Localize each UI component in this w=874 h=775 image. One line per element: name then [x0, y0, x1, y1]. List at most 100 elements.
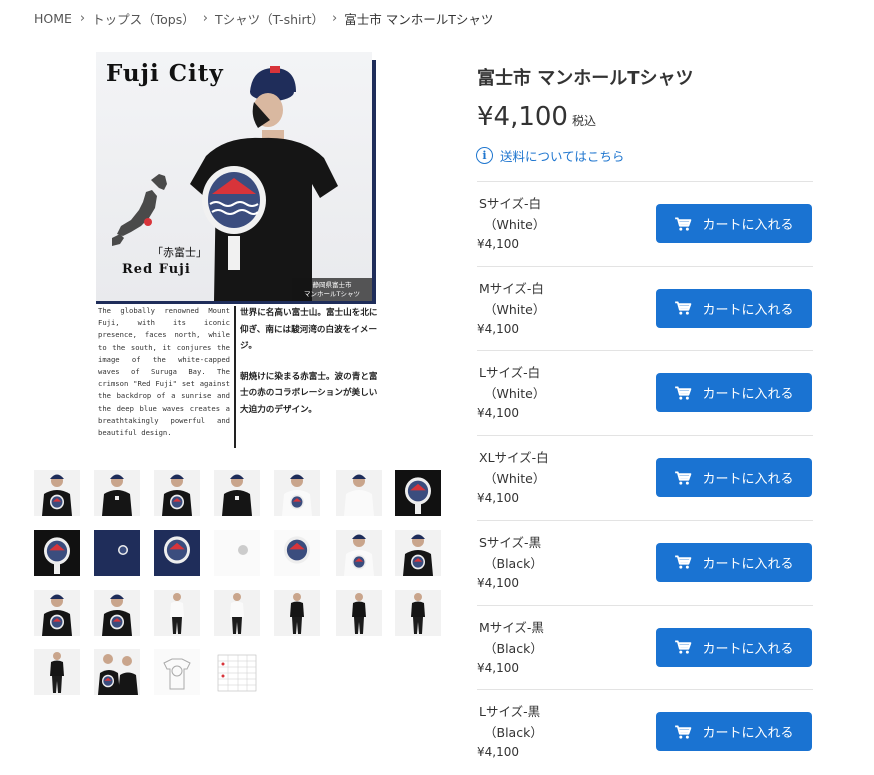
cart-icon [675, 471, 692, 485]
product-thumbnail[interactable] [336, 530, 382, 576]
product-thumbnail[interactable] [94, 530, 140, 576]
add-to-cart-button[interactable]: カートに入れる [656, 373, 812, 413]
main-product-image[interactable]: Fuji City 「赤富士」 Red Fuji 静岡県富士市 マンホールTシャ… [96, 52, 380, 460]
variant-color: （Black） [484, 640, 543, 656]
variant-price: ¥4,100 [477, 321, 519, 336]
product-thumbnail[interactable] [94, 649, 140, 695]
add-to-cart-label: カートに入れる [702, 725, 794, 741]
red-fuji-en-label: Red Fuji [122, 262, 191, 277]
variant-row: Mサイズ-黒 （Black） ¥4,100 カートに入れる [477, 604, 813, 690]
product-thumbnail[interactable] [214, 470, 260, 516]
variant-price: ¥4,100 [477, 660, 519, 675]
product-thumbnail[interactable] [154, 649, 200, 695]
product-photo: Fuji City 「赤富士」 Red Fuji 静岡県富士市 マンホールTシャ… [96, 52, 372, 301]
thumbnail-art [94, 470, 140, 516]
variant-color: （White） [484, 301, 546, 317]
variant-name: Mサイズ-白 [479, 280, 544, 296]
product-thumbnail[interactable] [214, 649, 260, 695]
thumbnail-art [154, 649, 200, 695]
caption-line-2: マンホールTシャツ [304, 290, 360, 298]
product-thumbnail[interactable] [214, 530, 260, 576]
variant-color: （White） [484, 471, 546, 487]
add-to-cart-button[interactable]: カートに入れる [656, 458, 812, 498]
image-frame [96, 301, 376, 304]
variant-price: ¥4,100 [477, 575, 519, 590]
variant-price: ¥4,100 [477, 237, 519, 251]
english-description: The globally renowned Mount Fuji, with i… [98, 306, 230, 438]
variant-price: ¥4,100 [477, 491, 519, 506]
thumbnail-art [336, 470, 382, 516]
thumbnail-art [395, 590, 441, 636]
add-to-cart-label: カートに入れる [702, 386, 794, 402]
breadcrumb-tops[interactable]: トップス（Tops） [92, 9, 195, 28]
price-value: ¥4,100 [477, 102, 568, 132]
variant-color: （Black） [484, 725, 543, 741]
thumbnail-art [214, 470, 260, 516]
variant-row: Mサイズ-白 （White） ¥4,100 カートに入れる [477, 265, 813, 351]
caption-line-1: 静岡県富士市 [312, 281, 352, 289]
add-to-cart-button[interactable]: カートに入れる [656, 712, 812, 752]
variant-name: Sサイズ-黒 [479, 534, 542, 550]
product-thumbnail[interactable] [34, 470, 80, 516]
thumbnail-art [34, 649, 80, 695]
product-thumbnail[interactable] [336, 470, 382, 516]
variant-price: ¥4,100 [477, 745, 519, 760]
product-thumbnail[interactable] [214, 590, 260, 636]
image-frame [372, 60, 376, 304]
add-to-cart-button[interactable]: カートに入れる [656, 204, 812, 243]
add-to-cart-button[interactable]: カートに入れる [656, 542, 812, 582]
add-to-cart-button[interactable]: カートに入れる [656, 288, 812, 328]
product-thumbnail[interactable] [395, 530, 441, 576]
variant-row: XLサイズ-白 （White） ¥4,100 カートに入れる [477, 435, 813, 520]
variant-color: （Black） [484, 555, 543, 571]
product-thumbnail[interactable] [336, 590, 382, 636]
variant-name: Mサイズ-黒 [479, 619, 544, 635]
thumbnail-art [274, 470, 320, 516]
breadcrumb-tshirt[interactable]: Tシャツ（T-shirt） [215, 9, 324, 28]
breadcrumb-home[interactable]: HOME [34, 11, 72, 26]
cart-icon [675, 301, 692, 315]
tax-label: 税込 [571, 114, 596, 128]
variant-price: ¥4,100 [477, 406, 519, 421]
thumbnail-art [94, 590, 140, 636]
add-to-cart-button[interactable]: カートに入れる [656, 627, 812, 667]
product-title: 富士市 マンホールTシャツ [477, 68, 694, 89]
shipping-info-link[interactable]: i 送料についてはこちら [476, 146, 624, 165]
product-thumbnail[interactable] [94, 590, 140, 636]
product-thumbnail[interactable] [154, 470, 200, 516]
variant-name: Lサイズ-黒 [479, 704, 541, 720]
shipping-link-label: 送料についてはこちら [500, 149, 625, 164]
product-thumbnail[interactable] [395, 590, 441, 636]
product-thumbnail[interactable] [154, 530, 200, 576]
product-thumbnail[interactable] [154, 590, 200, 636]
product-thumbnail[interactable] [395, 470, 441, 516]
variant-row: Sサイズ-白 （White） ¥4,100 カートに入れる [477, 181, 813, 266]
japanese-description-1: 世界に名高い富士山。富士山を北に仰ぎ、南には駿河湾の白波をイメージ。 [240, 308, 378, 351]
chevron-right-icon: › [79, 10, 86, 26]
thumbnail-art [34, 590, 80, 636]
cart-icon [675, 640, 692, 654]
add-to-cart-label: カートに入れる [702, 301, 794, 317]
thumbnail-art [34, 470, 80, 516]
product-thumbnail[interactable] [274, 470, 320, 516]
thumbnail-art [94, 530, 140, 576]
cart-icon [675, 216, 692, 231]
image-caption: 静岡県富士市 マンホールTシャツ [292, 278, 372, 301]
variant-row: Sサイズ-黒 （Black） ¥4,100 カートに入れる [477, 519, 813, 605]
product-thumbnail[interactable] [34, 590, 80, 636]
breadcrumb: HOME › トップス（Tops） › Tシャツ（T-shirt） › 富士市 … [34, 9, 493, 27]
thumbnail-art [274, 590, 320, 636]
chevron-right-icon: › [202, 10, 208, 26]
thumbnail-art [395, 470, 441, 516]
variant-row: Lサイズ-白 （White） ¥4,100 カートに入れる [477, 350, 813, 435]
product-thumbnail[interactable] [34, 649, 80, 695]
info-icon: i [476, 147, 493, 164]
product-thumbnail[interactable] [274, 530, 320, 576]
red-fuji-jp-label: 「赤富士」 [152, 246, 207, 259]
variant-name: Lサイズ-白 [479, 365, 541, 381]
japanese-description: 世界に名高い富士山。富士山を北に仰ぎ、南には駿河湾の白波をイメージ。 朝焼けに染… [240, 305, 378, 432]
product-thumbnail[interactable] [94, 470, 140, 516]
product-thumbnail[interactable] [274, 590, 320, 636]
product-thumbnail[interactable] [34, 530, 80, 576]
japan-map-icon [112, 174, 167, 246]
